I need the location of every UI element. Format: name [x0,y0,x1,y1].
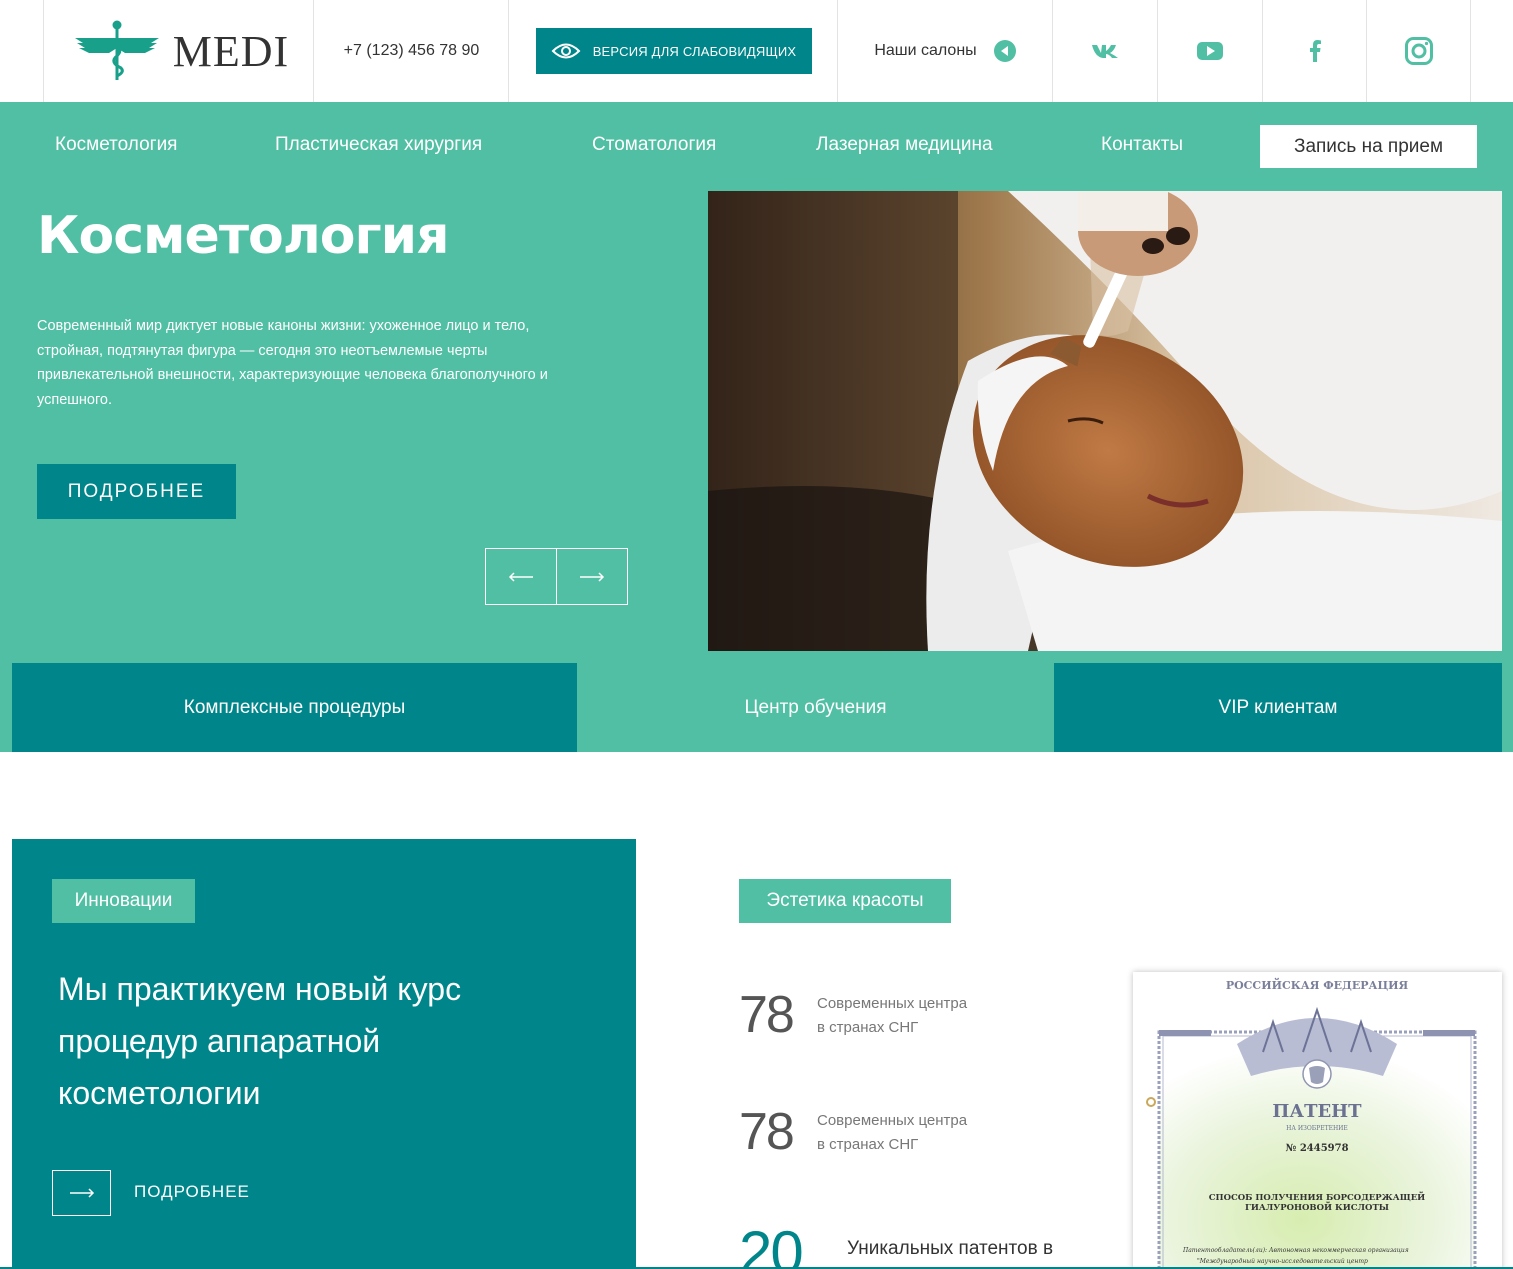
salons-label: Наши салоны [874,42,977,59]
vision-cell: ВЕРСИЯ ДЛЯ СЛАБОВИДЯЩИХ [508,0,838,102]
logo[interactable]: MEDI [43,0,314,102]
patent-title: ПАТЕНТ [1272,1101,1362,1122]
logo-text: MEDI [172,26,290,76]
slider-controls [485,548,628,605]
cosmetology-mask-photo [708,191,1502,651]
arrow-right-icon [579,571,604,582]
location-arrow-icon [993,40,1016,62]
nav-item-laser-medicine[interactable]: Лазерная медицина [816,134,993,156]
aesthetics-tag: Эстетика красоты [739,879,951,923]
stat-label-line: Современных центра [817,1112,968,1129]
nav-item-cosmetology[interactable]: Косметология [55,134,177,156]
service-tabs: Комплексные процедуры Центр обучения VIP… [0,663,1513,752]
patent-certificate-image: РОССИЙСКАЯ ФЕДЕРАЦИЯ ПАТЕНТ НА ИЗОБРЕТЕН… [1133,972,1502,1269]
innovations-more-link[interactable]: ПОДРОБНЕЕ [134,1182,250,1202]
slider-prev-button[interactable] [486,549,557,604]
arrow-left-icon [508,571,533,582]
stat-label: Современных центра в странах СНГ [817,992,967,1040]
hero-photo [708,191,1502,651]
salons-link[interactable]: Наши салоны [837,0,1053,102]
patent-holder-line: "Международный научно-исследовательский … [1197,1258,1368,1265]
stat-label: Современных центра в странах СНГ [817,1109,967,1157]
innovations-card: Инновации Мы практикуем новый курс проце… [12,839,636,1269]
hero-description: Современный мир диктует новые каноны жиз… [37,318,548,408]
patent-subtitle: НА ИЗОБРЕТЕНИЕ [1286,1125,1348,1132]
instagram-link[interactable] [1366,0,1471,102]
slider-next-button[interactable] [557,549,628,604]
nav-item-dentistry[interactable]: Стоматология [592,134,716,156]
instagram-icon [1404,37,1433,65]
patent-header: РОССИЙСКАЯ ФЕДЕРАЦИЯ [1226,977,1409,992]
stat-label: Уникальных патентов в [847,1238,1054,1259]
stat-label-line: в странах СНГ [817,1136,919,1153]
eye-icon [551,43,581,59]
facebook-icon [1310,40,1321,62]
innovations-title: Мы практикуем новый курс процедур аппара… [58,971,462,1111]
arrow-right-icon [69,1188,94,1198]
innovations-arrow-button[interactable] [52,1170,111,1216]
stat-value: 78 [739,986,795,1044]
tab-training-center[interactable]: Центр обучения [577,663,1054,752]
phone-number[interactable]: +7 (123) 456 78 90 [344,42,480,60]
youtube-link[interactable] [1157,0,1262,102]
stat-label-line: в странах СНГ [817,1019,919,1036]
low-vision-button[interactable]: ВЕРСИЯ ДЛЯ СЛАБОВИДЯЩИХ [535,28,812,74]
hero-section: Косметология Пластическая хирургия Стома… [0,102,1513,752]
main-nav: Косметология Пластическая хирургия Стома… [0,102,1513,191]
innovations-tag: Инновации [52,879,195,923]
patent-number: № 2445978 [1285,1143,1348,1154]
tab-vip-clients[interactable]: VIP клиентам [1054,663,1502,752]
stat-value: 20 [739,1219,804,1269]
caduceus-icon [74,20,159,80]
low-vision-label: ВЕРСИЯ ДЛЯ СЛАБОВИДЯЩИХ [592,43,797,59]
stat-value: 78 [739,1103,795,1161]
phone-cell: +7 (123) 456 78 90 [313,0,509,102]
vk-icon [1092,45,1118,58]
hero-title: Косметология [37,206,449,266]
vk-link[interactable] [1052,0,1157,102]
stat-label-line: Современных центра [817,995,968,1012]
youtube-icon [1197,42,1223,60]
tab-complex-procedures[interactable]: Комплексные процедуры [12,663,577,752]
patent-document: РОССИЙСКАЯ ФЕДЕРАЦИЯ ПАТЕНТ НА ИЗОБРЕТЕН… [1133,972,1502,1269]
patent-holder-line: Патентообладатель(ли): Автономная некомм… [1182,1247,1409,1254]
top-header: MEDI +7 (123) 456 78 90 ВЕРСИЯ ДЛЯ СЛАБО… [0,0,1513,102]
hero-more-button[interactable]: ПОДРОБНЕЕ [37,464,236,519]
facebook-link[interactable] [1262,0,1367,102]
nav-item-contacts[interactable]: Контакты [1101,134,1183,156]
nav-item-plastic-surgery[interactable]: Пластическая хирургия [275,134,482,156]
book-appointment-button[interactable]: Запись на прием [1260,125,1477,168]
